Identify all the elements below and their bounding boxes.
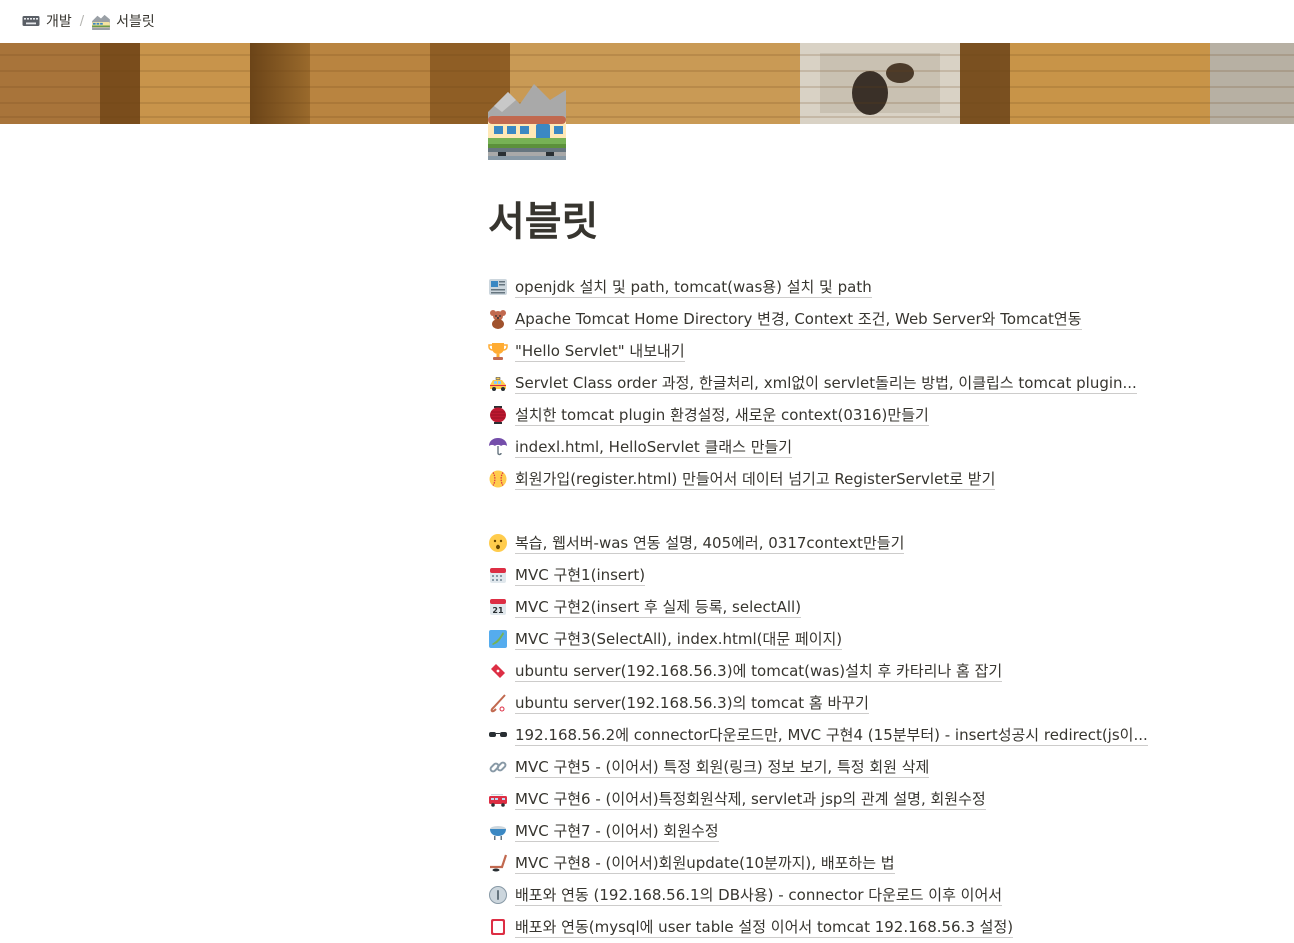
page-link-label[interactable]: "Hello Servlet" 내보내기 bbox=[515, 341, 685, 362]
page-link-label[interactable]: 192.168.56.2에 connector다운로드만, MVC 구현4 (1… bbox=[515, 725, 1148, 746]
page-link[interactable]: MVC 구현6 - (이어서)특정회원삭제, servlet과 jsp의 관계 … bbox=[488, 783, 1168, 815]
page-link[interactable]: MVC 구현8 - (이어서)회원update(10분까지), 배포하는 법 bbox=[488, 847, 1168, 879]
page-link[interactable]: 192.168.56.2에 connector다운로드만, MVC 구현4 (1… bbox=[488, 719, 1168, 751]
keyboard-icon bbox=[22, 14, 40, 28]
page-link[interactable]: Apache Tomcat Home Directory 변경, Context… bbox=[488, 303, 1168, 335]
breadcrumb-item-servlet[interactable]: 서블릿 bbox=[88, 9, 159, 33]
page-link-label[interactable]: MVC 구현3(SelectAll), index.html(대문 페이지) bbox=[515, 629, 843, 650]
train-icon bbox=[92, 14, 111, 30]
breadcrumb: 개발 / 서블릿 bbox=[0, 0, 1294, 42]
ticket-icon bbox=[488, 661, 508, 681]
page-link-label[interactable]: 배포와 연동(mysql에 user table 설정 이어서 tomcat 1… bbox=[515, 917, 1014, 938]
page-link[interactable]: ubuntu server(192.168.56.3)에 tomcat(was)… bbox=[488, 655, 1168, 687]
newspaper-icon bbox=[488, 277, 508, 297]
cover-image[interactable] bbox=[0, 43, 1294, 124]
info-circle-icon bbox=[488, 885, 508, 905]
page-link-list: openjdk 설치 및 path, tomcat(was용) 설치 및 pat… bbox=[488, 271, 1168, 943]
breadcrumb-label: 개발 bbox=[46, 14, 72, 30]
empty-block[interactable] bbox=[488, 495, 1168, 527]
page-link[interactable]: indexl.html, HelloServlet 클래스 만들기 bbox=[488, 431, 1168, 463]
page-link[interactable]: openjdk 설치 및 path, tomcat(was용) 설치 및 pat… bbox=[488, 271, 1168, 303]
mountain-railway-icon[interactable] bbox=[488, 82, 566, 160]
card-icon bbox=[488, 917, 508, 937]
page-link-label[interactable]: Apache Tomcat Home Directory 변경, Context… bbox=[515, 309, 1082, 330]
page-link-label[interactable]: ubuntu server(192.168.56.3)에 tomcat(was)… bbox=[515, 661, 1003, 682]
page-link-label[interactable]: MVC 구현6 - (이어서)특정회원삭제, servlet과 jsp의 관계 … bbox=[515, 789, 986, 810]
lantern-icon bbox=[488, 405, 508, 425]
svg-text:21: 21 bbox=[492, 606, 504, 615]
tear-off-calendar-icon: 21 bbox=[488, 597, 508, 617]
field-hockey-icon bbox=[488, 693, 508, 713]
page-link[interactable]: "Hello Servlet" 내보내기 bbox=[488, 335, 1168, 367]
page-link-label[interactable]: 복습, 웹서버-was 연동 설명, 405에러, 0317context만들기 bbox=[515, 533, 905, 554]
link-icon bbox=[488, 757, 508, 777]
page-link-label[interactable]: indexl.html, HelloServlet 클래스 만들기 bbox=[515, 437, 793, 458]
page-title[interactable]: 서블릿 bbox=[488, 196, 598, 248]
page-link-label[interactable]: MVC 구현8 - (이어서)회원update(10분까지), 배포하는 법 bbox=[515, 853, 895, 874]
page-link-label[interactable]: Servlet Class order 과정, 한글처리, xml없이 serv… bbox=[515, 373, 1137, 394]
page-link[interactable]: 21 MVC 구현2(insert 후 실제 등록, selectAll) bbox=[488, 591, 1168, 623]
page-link[interactable]: MVC 구현3(SelectAll), index.html(대문 페이지) bbox=[488, 623, 1168, 655]
japan-map-icon bbox=[488, 629, 508, 649]
ice-hockey-icon bbox=[488, 853, 508, 873]
breadcrumb-label: 서블릿 bbox=[116, 14, 155, 30]
page-link[interactable]: 회원가입(register.html) 만들어서 데이터 넘기고 Registe… bbox=[488, 463, 1168, 495]
page-link[interactable]: 배포와 연동(mysql에 user table 설정 이어서 tomcat 1… bbox=[488, 911, 1168, 943]
page-link[interactable]: ubuntu server(192.168.56.3)의 tomcat 홈 바꾸… bbox=[488, 687, 1168, 719]
page-link[interactable]: MVC 구현7 - (이어서) 회원수정 bbox=[488, 815, 1168, 847]
page-link-label[interactable]: MVC 구현5 - (이어서) 특정 회원(링크) 정보 보기, 특정 회원 삭… bbox=[515, 757, 930, 778]
face-hushed-icon bbox=[488, 533, 508, 553]
teddy-bear-icon bbox=[488, 309, 508, 329]
page-link-label[interactable]: MVC 구현7 - (이어서) 회원수정 bbox=[515, 821, 719, 842]
calendar-icon bbox=[488, 565, 508, 585]
baseball-icon bbox=[488, 469, 508, 489]
page-link[interactable]: MVC 구현5 - (이어서) 특정 회원(링크) 정보 보기, 특정 회원 삭… bbox=[488, 751, 1168, 783]
page-link-label[interactable]: MVC 구현1(insert) bbox=[515, 565, 646, 586]
sunglasses-icon bbox=[488, 725, 508, 745]
page-link[interactable]: Servlet Class order 과정, 한글처리, xml없이 serv… bbox=[488, 367, 1168, 399]
umbrella-icon bbox=[488, 437, 508, 457]
page-link[interactable]: 배포와 연동 (192.168.56.1의 DB사용) - connector … bbox=[488, 879, 1168, 911]
breadcrumb-separator: / bbox=[79, 13, 85, 29]
fondue-icon bbox=[488, 821, 508, 841]
page-link-label[interactable]: MVC 구현2(insert 후 실제 등록, selectAll) bbox=[515, 597, 802, 618]
page-link-label[interactable]: 배포와 연동 (192.168.56.1의 DB사용) - connector … bbox=[515, 885, 1003, 906]
page-link[interactable]: MVC 구현1(insert) bbox=[488, 559, 1168, 591]
page-link[interactable]: 설치한 tomcat plugin 환경설정, 새로운 context(0316… bbox=[488, 399, 1168, 431]
taxi-icon bbox=[488, 373, 508, 393]
trophy-icon bbox=[488, 341, 508, 361]
fire-engine-icon bbox=[488, 789, 508, 809]
breadcrumb-item-dev[interactable]: 개발 bbox=[18, 9, 76, 33]
page-link-label[interactable]: ubuntu server(192.168.56.3)의 tomcat 홈 바꾸… bbox=[515, 693, 869, 714]
page-link-label[interactable]: 회원가입(register.html) 만들어서 데이터 넘기고 Registe… bbox=[515, 469, 996, 490]
page-link-label[interactable]: 설치한 tomcat plugin 환경설정, 새로운 context(0316… bbox=[515, 405, 929, 426]
page-link[interactable]: 복습, 웹서버-was 연동 설명, 405에러, 0317context만들기 bbox=[488, 527, 1168, 559]
page-link-label[interactable]: openjdk 설치 및 path, tomcat(was용) 설치 및 pat… bbox=[515, 277, 872, 298]
